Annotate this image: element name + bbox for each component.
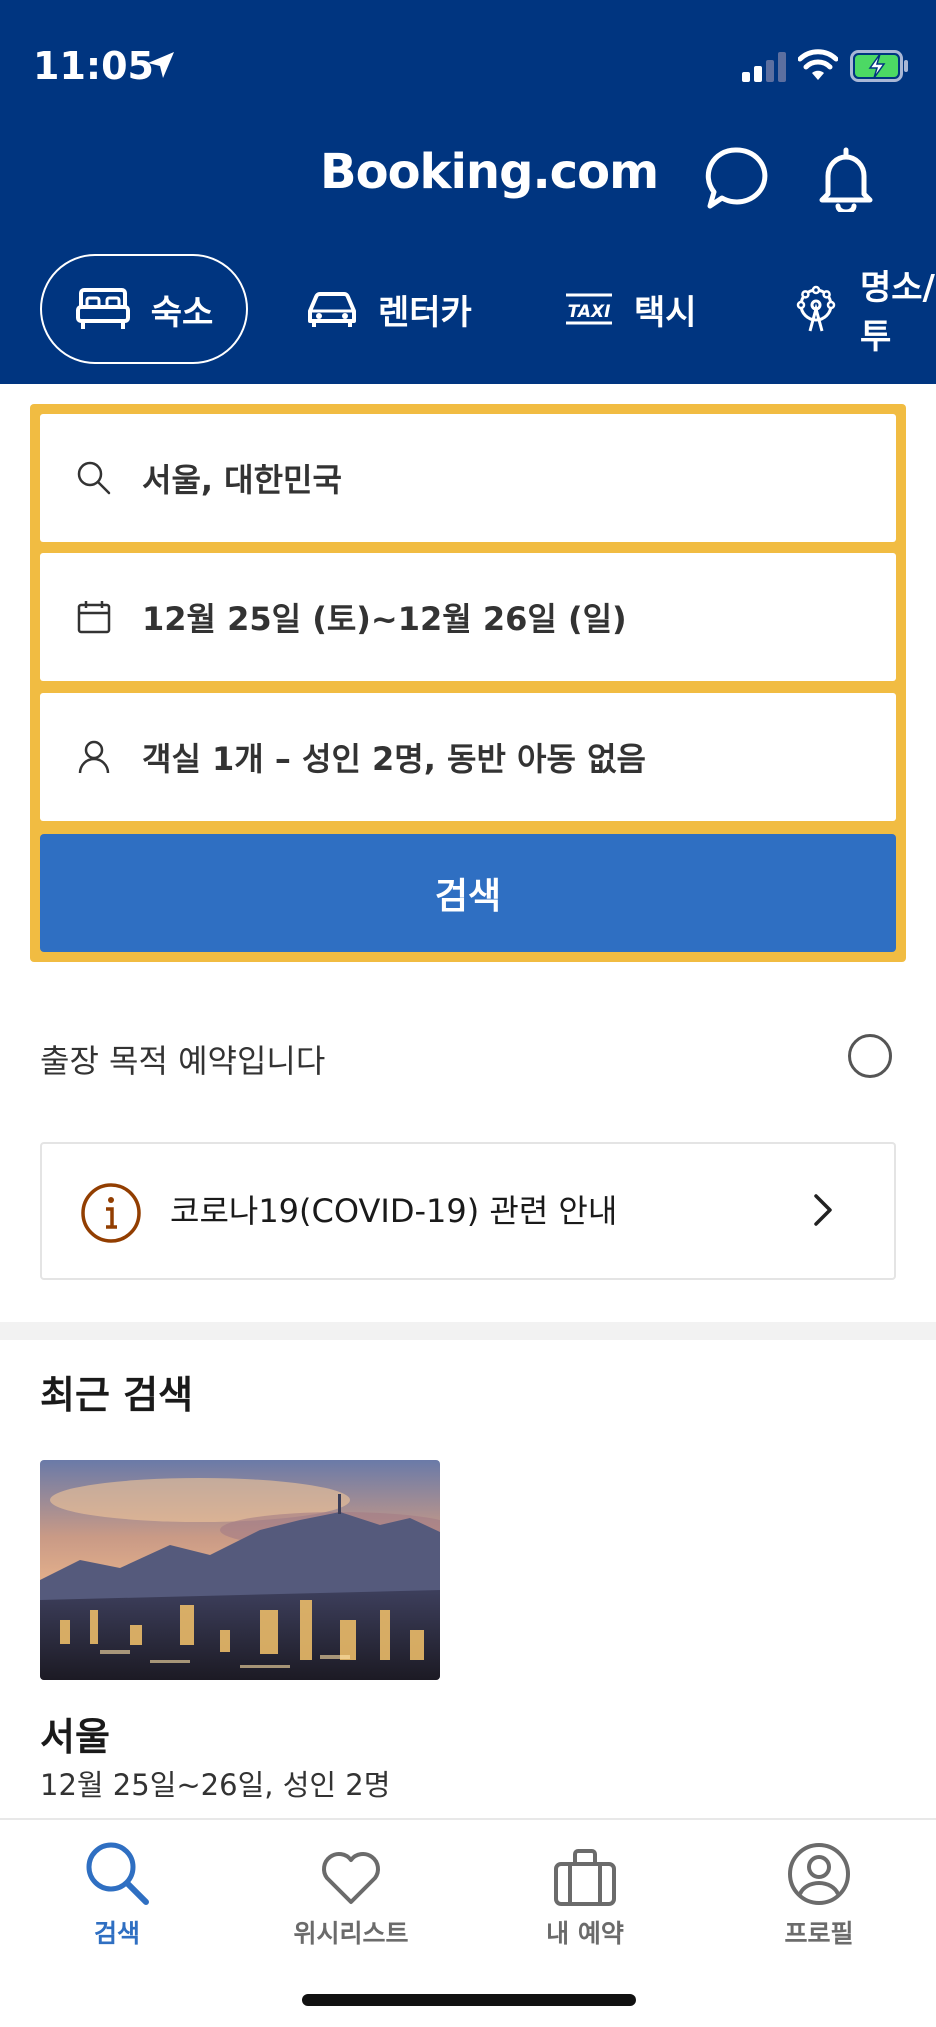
guests-field[interactable]: 객실 1개 – 성인 2명, 동반 아동 없음 bbox=[40, 693, 896, 821]
business-trip-toggle[interactable] bbox=[848, 1034, 892, 1078]
recent-search-image[interactable] bbox=[40, 1460, 440, 1680]
tab-label: 숙소 bbox=[150, 292, 214, 333]
tab-car-rental[interactable]: 렌터카 bbox=[306, 254, 472, 364]
status-time: 11:05 bbox=[33, 44, 154, 88]
nav-bookings[interactable]: 내 예약 bbox=[468, 1834, 702, 1950]
tab-attractions[interactable]: 명소/투 bbox=[792, 254, 936, 364]
briefcase-icon bbox=[468, 1834, 702, 1906]
search-icon bbox=[76, 460, 112, 496]
tab-stays[interactable]: 숙소 bbox=[40, 254, 248, 364]
bed-icon bbox=[75, 287, 131, 331]
info-icon bbox=[81, 1183, 141, 1243]
tab-label: 렌터카 bbox=[378, 292, 472, 333]
profile-icon bbox=[702, 1834, 936, 1906]
category-tabs: 숙소 렌터카 TAXI 택시 명소/투 bbox=[0, 254, 936, 364]
date-value: 12월 25일 (토)~12월 26일 (일) bbox=[142, 600, 627, 638]
nav-profile[interactable]: 프로필 bbox=[702, 1834, 936, 1950]
taxi-icon: TAXI bbox=[564, 289, 614, 329]
recent-searches-title: 최근 검색 bbox=[40, 1373, 194, 1417]
battery-icon bbox=[850, 50, 908, 82]
covid-notice[interactable]: 코로나19(COVID-19) 관련 안내 bbox=[40, 1142, 896, 1280]
chat-icon[interactable] bbox=[704, 146, 768, 210]
covid-notice-label: 코로나19(COVID-19) 관련 안내 bbox=[170, 1192, 618, 1230]
destination-field[interactable]: 서울, 대한민국 bbox=[40, 414, 896, 542]
location-arrow-icon bbox=[148, 52, 174, 78]
recent-search-detail: 12월 25일~26일, 성인 2명 bbox=[40, 1768, 391, 1802]
nav-search[interactable]: 검색 bbox=[0, 1834, 234, 1950]
search-form: 서울, 대한민국 12월 25일 (토)~12월 26일 (일) 객실 1개 –… bbox=[30, 404, 906, 962]
home-indicator bbox=[302, 1994, 636, 2006]
nav-label: 프로필 bbox=[784, 1919, 854, 1948]
wifi-icon bbox=[798, 49, 838, 80]
recent-search-city[interactable]: 서울 bbox=[40, 1706, 110, 1761]
nav-label: 위시리스트 bbox=[293, 1919, 409, 1948]
section-divider bbox=[0, 1322, 936, 1340]
business-trip-label: 출장 목적 예약입니다 bbox=[40, 1042, 326, 1080]
signal-icon bbox=[742, 52, 786, 82]
tab-taxi[interactable]: TAXI 택시 bbox=[564, 254, 697, 364]
search-icon bbox=[0, 1834, 234, 1906]
app-header: 11:05 Booking.com 숙소 렌터카 TAXI 택시 명소/투 bbox=[0, 0, 936, 384]
bell-icon[interactable] bbox=[818, 146, 874, 212]
tab-label: 명소/투 bbox=[860, 268, 935, 357]
nav-label: 검색 bbox=[93, 1919, 140, 1948]
heart-icon bbox=[234, 1834, 468, 1906]
tab-label: 택시 bbox=[634, 292, 697, 333]
guests-value: 객실 1개 – 성인 2명, 동반 아동 없음 bbox=[142, 740, 646, 778]
svg-text:TAXI: TAXI bbox=[568, 302, 611, 322]
nav-wishlist[interactable]: 위시리스트 bbox=[234, 1834, 468, 1950]
destination-value: 서울, 대한민국 bbox=[142, 461, 342, 499]
chevron-right-icon bbox=[814, 1194, 832, 1226]
person-icon bbox=[76, 739, 112, 775]
nav-label: 내 예약 bbox=[546, 1919, 624, 1948]
calendar-icon bbox=[76, 599, 112, 635]
car-icon bbox=[306, 289, 358, 329]
attraction-icon bbox=[792, 285, 840, 333]
search-button[interactable]: 검색 bbox=[40, 834, 896, 952]
date-field[interactable]: 12월 25일 (토)~12월 26일 (일) bbox=[40, 553, 896, 681]
brand-logo: Booking.com bbox=[320, 144, 659, 200]
